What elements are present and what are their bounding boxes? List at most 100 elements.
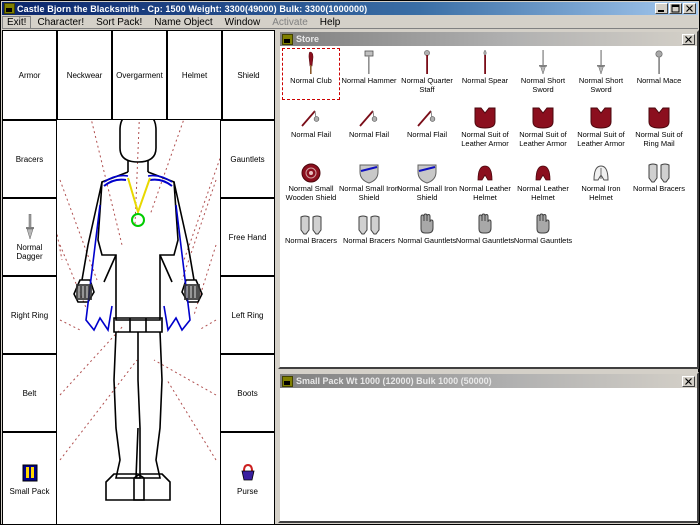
slot-helmet-label: Helmet bbox=[182, 71, 207, 80]
store-item[interactable]: Normal Small Wooden Shield bbox=[282, 158, 340, 202]
club-icon bbox=[304, 50, 318, 76]
store-item-label: Normal Spear bbox=[454, 77, 516, 86]
small-pack-window-body[interactable] bbox=[280, 388, 697, 521]
store-item[interactable]: Normal Iron Helmet bbox=[572, 158, 630, 202]
menu-item-help[interactable]: Help bbox=[314, 16, 347, 29]
store-item[interactable]: Normal Flail bbox=[398, 104, 456, 140]
store-item-label: Normal Flail bbox=[338, 131, 400, 140]
small-pack-window-title: Small Pack Wt 1000 (12000) Bulk 1000 (50… bbox=[296, 376, 682, 386]
hammer-icon bbox=[360, 50, 378, 76]
iron-helmet-icon bbox=[590, 158, 612, 184]
store-item-label: Normal Bracers bbox=[280, 237, 342, 246]
close-button[interactable] bbox=[683, 3, 696, 14]
application-window: Castle Bjorn the Blacksmith - Cp: 1500 W… bbox=[0, 0, 700, 525]
small-pack-title-bar[interactable]: Small Pack Wt 1000 (12000) Bulk 1000 (50… bbox=[280, 374, 697, 388]
slot-belt[interactable]: Belt bbox=[2, 354, 57, 432]
leather-helmet-icon bbox=[474, 158, 496, 184]
store-item-label: Normal Small Iron Shield bbox=[396, 185, 458, 202]
store-item-label: Normal Hammer bbox=[338, 77, 400, 86]
store-window-title: Store bbox=[296, 34, 682, 44]
store-item[interactable]: Normal Gauntlets bbox=[514, 210, 572, 246]
store-item[interactable]: Normal Flail bbox=[340, 104, 398, 140]
store-item-label: Normal Club bbox=[280, 77, 342, 86]
store-item[interactable]: Normal Small Iron Shield bbox=[340, 158, 398, 202]
slot-overgarment[interactable]: Overgarment bbox=[112, 30, 167, 120]
slot-right-ring[interactable]: Right Ring bbox=[2, 276, 57, 354]
slot-left-ring[interactable]: Left Ring bbox=[220, 276, 275, 354]
armor-icon bbox=[588, 104, 614, 130]
store-item[interactable]: Normal Bracers bbox=[630, 158, 688, 194]
store-item-label: Normal Leather Helmet bbox=[454, 185, 516, 202]
menu-item-exit[interactable]: Exit! bbox=[2, 16, 31, 29]
flail-icon bbox=[357, 104, 381, 130]
store-item[interactable]: Normal Leather Helmet bbox=[456, 158, 514, 202]
bracers-icon bbox=[356, 210, 382, 236]
store-window-title-bar[interactable]: Store bbox=[280, 32, 697, 46]
store-item[interactable]: Normal Bracers bbox=[282, 210, 340, 246]
slot-neckwear[interactable]: Neckwear bbox=[57, 30, 112, 120]
store-window-body: Normal Club Normal Hammer Normal Quarter… bbox=[280, 46, 697, 367]
slot-neckwear-label: Neckwear bbox=[67, 71, 103, 80]
title-bar: Castle Bjorn the Blacksmith - Cp: 1500 W… bbox=[2, 2, 698, 15]
store-item[interactable]: Normal Leather Helmet bbox=[514, 158, 572, 202]
store-item[interactable]: Normal Bracers bbox=[340, 210, 398, 246]
slot-bracers[interactable]: Bracers bbox=[2, 120, 57, 198]
store-item[interactable]: Normal Quarter Staff bbox=[398, 50, 456, 94]
menu-bar: Exit! Character! Sort Pack! Name Object … bbox=[2, 16, 698, 29]
store-item[interactable]: Normal Mace bbox=[630, 50, 688, 86]
store-item[interactable]: Normal Suit of Ring Mail bbox=[630, 104, 688, 148]
store-item[interactable]: Normal Club bbox=[282, 50, 340, 86]
slot-free-hand-label: Free Hand bbox=[229, 233, 267, 242]
small-pack-close-button[interactable] bbox=[682, 376, 695, 387]
slot-purse[interactable]: Purse bbox=[220, 432, 275, 524]
store-item-label: Normal Flail bbox=[396, 131, 458, 140]
store-item-label: Normal Suit of Leather Armor bbox=[454, 131, 516, 148]
store-item[interactable]: Normal Short Sword bbox=[572, 50, 630, 94]
store-item[interactable]: Normal Flail bbox=[282, 104, 340, 140]
store-item-grid: Normal Club Normal Hammer Normal Quarter… bbox=[280, 46, 697, 367]
character-paperdoll-panel: Armor Neckwear Overgarment Helmet Shield… bbox=[2, 30, 275, 524]
slot-overgarment-label: Overgarment bbox=[116, 71, 163, 80]
iron-shield-icon bbox=[358, 158, 380, 184]
minimize-button[interactable] bbox=[655, 3, 668, 14]
slot-armor[interactable]: Armor bbox=[2, 30, 57, 120]
store-item[interactable]: Normal Suit of Leather Armor bbox=[456, 104, 514, 148]
slot-gauntlets-label: Gauntlets bbox=[230, 155, 264, 164]
store-item[interactable]: Normal Suit of Leather Armor bbox=[514, 104, 572, 148]
leather-helmet-icon bbox=[532, 158, 554, 184]
menu-item-character[interactable]: Character! bbox=[31, 16, 90, 29]
sword-icon bbox=[595, 50, 607, 76]
slot-belt-label: Belt bbox=[23, 389, 37, 398]
armor-icon bbox=[530, 104, 556, 130]
menu-item-sort-pack[interactable]: Sort Pack! bbox=[90, 16, 148, 29]
store-item-label: Normal Suit of Leather Armor bbox=[512, 131, 574, 148]
menu-item-name-object[interactable]: Name Object bbox=[148, 16, 218, 29]
store-item[interactable]: Normal Spear bbox=[456, 50, 514, 86]
castle-icon bbox=[4, 3, 15, 14]
store-item[interactable]: Normal Gauntlets bbox=[456, 210, 514, 246]
store-item[interactable]: Normal Short Sword bbox=[514, 50, 572, 94]
store-item-label: Normal Gauntlets bbox=[396, 237, 458, 246]
menu-item-window[interactable]: Window bbox=[219, 16, 267, 29]
maximize-button[interactable] bbox=[669, 3, 682, 14]
store-item-label: Normal Bracers bbox=[628, 185, 690, 194]
slot-armor-label: Armor bbox=[19, 71, 41, 80]
round-shield-icon bbox=[300, 158, 322, 184]
store-item[interactable]: Normal Hammer bbox=[340, 50, 398, 86]
slot-boots[interactable]: Boots bbox=[220, 354, 275, 432]
iron-shield-icon bbox=[416, 158, 438, 184]
pack-icon bbox=[19, 462, 41, 486]
store-item[interactable]: Normal Suit of Leather Armor bbox=[572, 104, 630, 148]
store-item[interactable]: Normal Gauntlets bbox=[398, 210, 456, 246]
slot-helmet[interactable]: Helmet bbox=[167, 30, 222, 120]
slot-normal-dagger[interactable]: Normal Dagger bbox=[2, 198, 57, 276]
slot-free-hand[interactable]: Free Hand bbox=[220, 198, 275, 276]
slot-gauntlets[interactable]: Gauntlets bbox=[220, 120, 275, 198]
store-item[interactable]: Normal Small Iron Shield bbox=[398, 158, 456, 202]
armor-icon bbox=[646, 104, 672, 130]
store-item-label: Normal Suit of Leather Armor bbox=[570, 131, 632, 148]
menu-item-activate: Activate bbox=[266, 16, 314, 29]
store-close-button[interactable] bbox=[682, 34, 695, 45]
slot-small-pack[interactable]: Small Pack bbox=[2, 432, 57, 524]
slot-shield[interactable]: Shield bbox=[222, 30, 275, 120]
